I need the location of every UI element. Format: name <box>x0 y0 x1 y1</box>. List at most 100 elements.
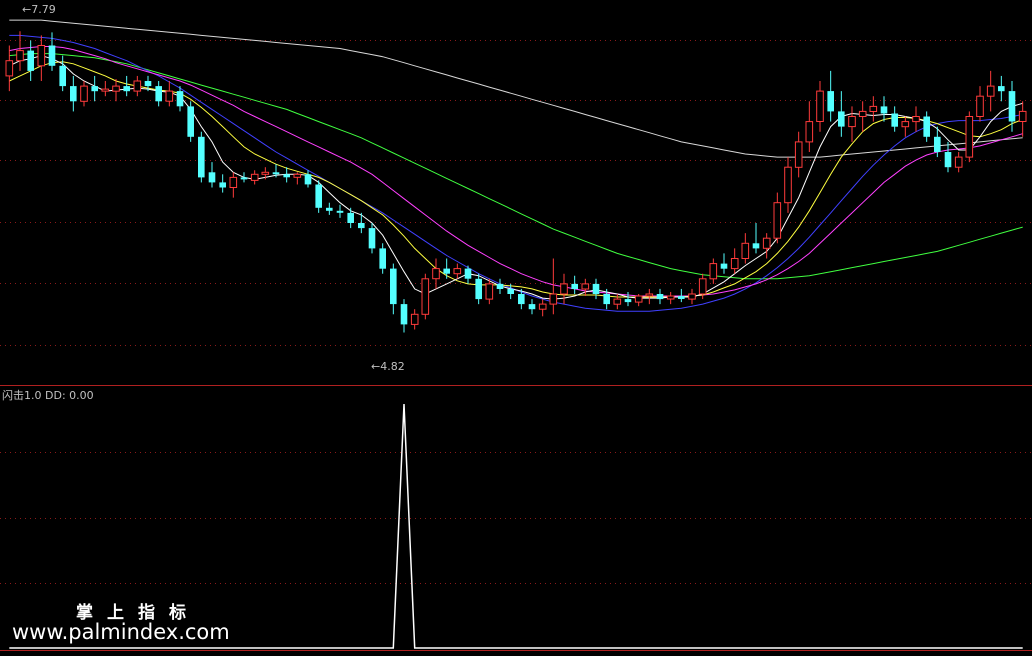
high-arrow-icon: ← <box>22 3 32 16</box>
candle-down <box>827 91 834 112</box>
candle-down <box>59 65 66 87</box>
candle-down <box>27 50 34 71</box>
candle-up <box>1018 110 1027 123</box>
candle-up <box>965 116 974 158</box>
candle-down <box>304 174 312 185</box>
candle-down <box>464 268 472 279</box>
candle-down <box>198 136 205 178</box>
ma30-line <box>9 34 1023 312</box>
candle-down <box>326 207 333 211</box>
candle-up <box>538 303 547 310</box>
candle-down <box>880 106 888 114</box>
candle-up <box>5 60 14 77</box>
candle-down <box>144 81 152 87</box>
low-arrow-icon: ← <box>371 360 381 373</box>
candle-up <box>741 242 750 260</box>
candle-up <box>730 258 739 270</box>
candle-down <box>923 116 930 137</box>
candle-up <box>794 141 803 168</box>
candle-down <box>507 288 514 294</box>
indicator-legend: DD: 0.00 <box>45 389 94 402</box>
candle-up <box>773 202 782 239</box>
chart-canvas <box>0 19 1032 651</box>
ma20-line <box>9 46 1023 297</box>
candle-up <box>954 156 963 168</box>
candle-up <box>709 263 718 280</box>
candle-down <box>475 278 482 300</box>
candle-down <box>315 184 322 208</box>
candle-up <box>848 116 856 128</box>
candle-down <box>336 210 344 213</box>
indicator-header: 闪击1.0 DD: 0.00 <box>2 387 94 403</box>
candle-down <box>656 294 664 300</box>
candle-down <box>283 174 290 178</box>
candle-down <box>624 299 632 303</box>
candle-down <box>347 212 354 223</box>
candle-down <box>838 111 845 127</box>
candle-down <box>400 304 408 325</box>
candle-up <box>581 283 590 290</box>
candle-down <box>123 86 130 92</box>
candle-down <box>592 283 600 294</box>
candle-up <box>688 293 696 300</box>
candle-down <box>571 283 578 289</box>
candle-down <box>208 172 216 183</box>
candle-up <box>666 295 675 300</box>
watermark-url: www.palmindex.com <box>12 620 230 644</box>
candle-down <box>496 283 504 289</box>
candle-up <box>261 171 270 175</box>
candle-up <box>80 85 88 102</box>
candle-down <box>998 86 1005 92</box>
candle-up <box>869 105 878 113</box>
candle-up <box>986 85 995 97</box>
candle-down <box>70 86 77 102</box>
candle-up <box>976 95 984 117</box>
candle-up <box>645 293 654 297</box>
candle-up <box>133 80 142 92</box>
candle-up <box>229 176 238 188</box>
candle-up <box>549 293 558 305</box>
candle-down <box>934 136 941 152</box>
candle-up <box>453 268 462 275</box>
candle-down <box>518 294 525 305</box>
candle-up <box>37 45 46 67</box>
candle-down <box>944 152 952 168</box>
candle-down <box>272 172 280 175</box>
candle-up <box>858 110 867 118</box>
candle-down <box>155 86 162 102</box>
candle-up <box>762 237 771 249</box>
candle-down <box>390 268 397 305</box>
candle-down <box>176 91 184 107</box>
candle-up <box>485 283 494 300</box>
high-price-label: ←7.79 <box>22 3 56 16</box>
candle-up <box>165 90 174 102</box>
candle-up <box>112 85 120 92</box>
candle-up <box>560 283 568 295</box>
candle-down <box>358 223 365 229</box>
moving-average-lines <box>9 19 1023 312</box>
candle-down <box>187 106 194 137</box>
candle-down <box>219 182 226 188</box>
candle-up <box>912 116 920 123</box>
candle-up <box>901 121 910 128</box>
candle-up <box>613 298 622 305</box>
candle-down <box>48 45 56 66</box>
candle-up <box>293 173 302 178</box>
candle-down <box>368 228 376 249</box>
candle-up <box>101 88 110 92</box>
candle-down <box>891 113 898 127</box>
candle-down <box>240 177 248 180</box>
candle-up <box>432 268 440 280</box>
candle-down <box>720 263 728 269</box>
candle-down <box>91 86 98 92</box>
candle-down <box>443 268 450 274</box>
candle-up <box>16 50 24 62</box>
candle-up <box>805 121 814 143</box>
candle-up <box>634 295 643 303</box>
candle-down <box>603 294 610 305</box>
indicator-title: 闪击1.0 <box>2 389 42 402</box>
candle-down <box>678 296 685 299</box>
candle-down <box>1008 91 1016 122</box>
candle-up <box>410 313 419 325</box>
stock-chart-window: ←7.79 ←4.82 闪击1.0 DD: 0.00 掌上指标 www.palm… <box>0 0 1032 656</box>
